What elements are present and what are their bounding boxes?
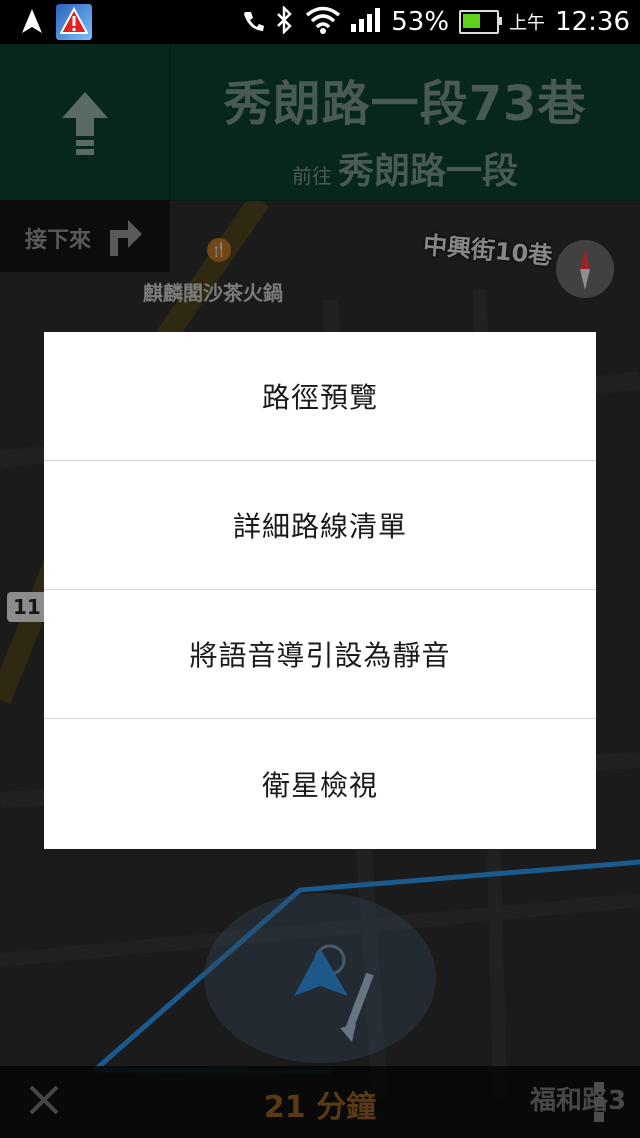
navigation-arrow-icon bbox=[22, 9, 42, 37]
clock: 12:36 bbox=[555, 7, 630, 37]
battery-icon bbox=[459, 10, 503, 34]
screen: 53% 上午 12:36 秀朗路一段73巷 前往 秀朗路一段 中興街10巷 🍴 … bbox=[0, 0, 640, 1138]
menu-item-directions-list[interactable]: 詳細路線清單 bbox=[44, 461, 596, 590]
options-menu: 路徑預覽 詳細路線清單 將語音導引設為靜音 衛星檢視 bbox=[44, 332, 596, 849]
vibrate-icon bbox=[241, 8, 265, 36]
signal-icon bbox=[351, 8, 381, 36]
status-bar: 53% 上午 12:36 bbox=[0, 0, 640, 44]
am-pm: 上午 bbox=[509, 13, 546, 34]
warning-app-icon bbox=[56, 4, 92, 40]
menu-item-mute-voice[interactable]: 將語音導引設為靜音 bbox=[44, 590, 596, 719]
battery-percent: 53% bbox=[391, 7, 450, 37]
menu-item-route-preview[interactable]: 路徑預覽 bbox=[44, 332, 596, 461]
menu-item-satellite-view[interactable]: 衛星檢視 bbox=[44, 719, 596, 849]
wifi-icon bbox=[305, 6, 341, 38]
bluetooth-icon bbox=[275, 4, 295, 38]
